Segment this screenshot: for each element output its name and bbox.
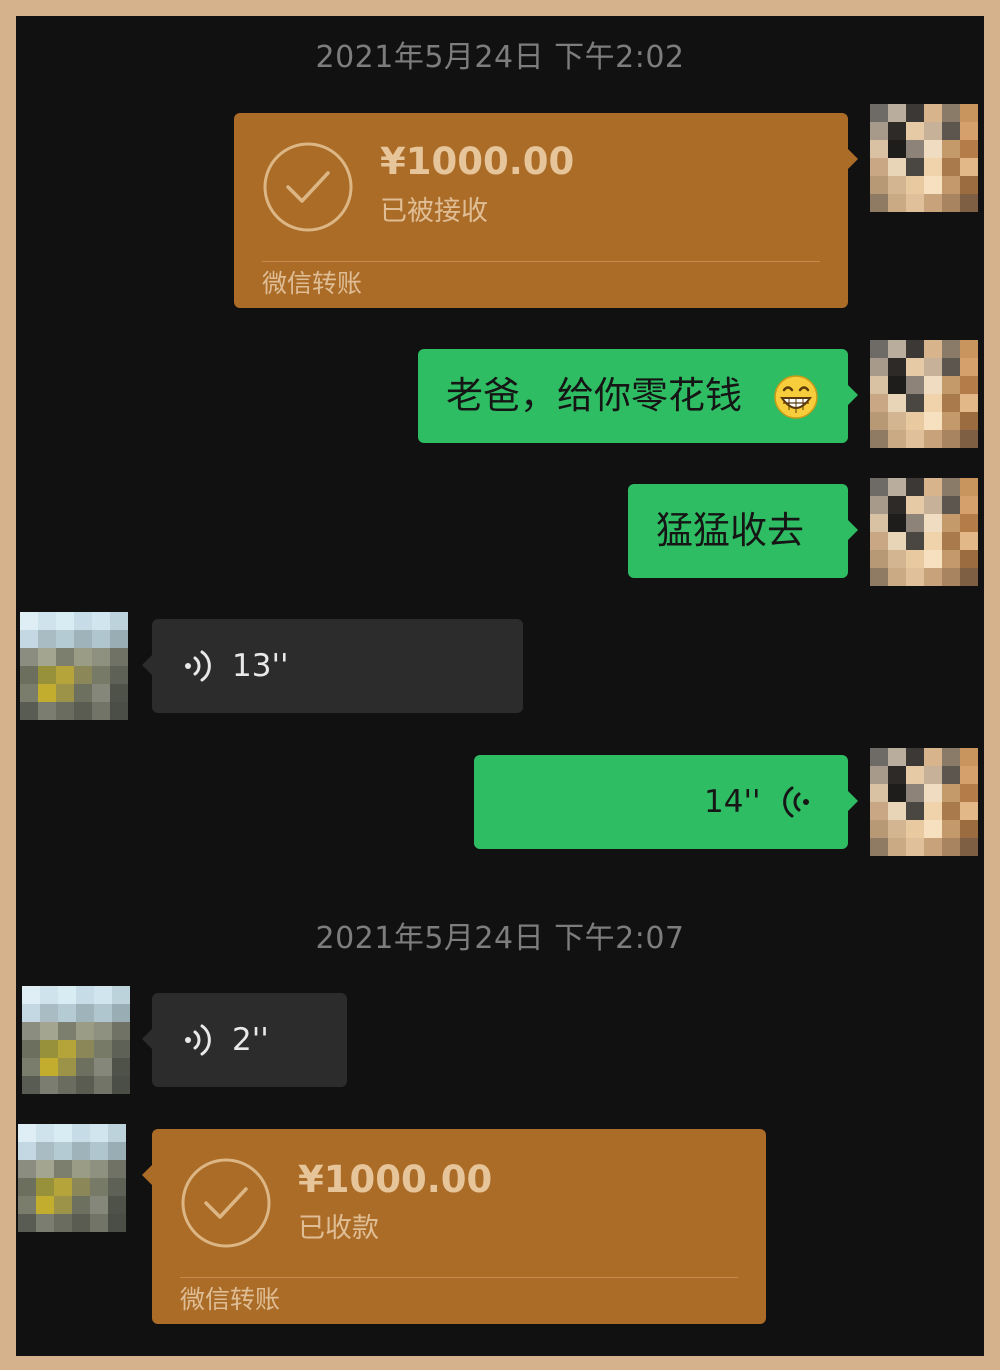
- my-avatar[interactable]: [870, 478, 978, 586]
- timestamp: 2021年5月24日 下午2:02: [315, 40, 685, 75]
- voice-message-bubble[interactable]: 2'': [142, 993, 347, 1087]
- check-circle-icon: [263, 142, 353, 232]
- transfer-amount: ¥1000.00: [380, 140, 575, 183]
- voice-message-bubble[interactable]: 13'': [142, 619, 523, 713]
- chat-screen: 2021年5月24日 下午2:02 ¥1000.00 已被接收 微信转账 老爸，…: [16, 16, 984, 1356]
- voice-duration: 2'': [232, 1022, 269, 1058]
- text-message-bubble[interactable]: 老爸，给你零花钱: [418, 349, 858, 443]
- transfer-divider: [262, 261, 820, 262]
- transfer-divider: [180, 1277, 738, 1278]
- my-avatar[interactable]: [870, 748, 978, 856]
- transfer-received-bubble[interactable]: ¥1000.00 已收款 微信转账: [142, 1129, 766, 1324]
- transfer-sent-bubble[interactable]: ¥1000.00 已被接收 微信转账: [234, 113, 858, 308]
- contact-avatar[interactable]: [20, 612, 128, 720]
- voice-message-bubble[interactable]: 14'': [474, 755, 858, 849]
- voice-wave-icon: [783, 786, 809, 818]
- contact-avatar[interactable]: [18, 1124, 126, 1232]
- voice-duration: 13'': [232, 648, 289, 684]
- voice-wave-icon: [185, 650, 211, 682]
- my-avatar[interactable]: [870, 104, 978, 212]
- text-message-bubble[interactable]: 猛猛收去: [628, 484, 858, 578]
- grinning-face-emoji: [774, 375, 818, 419]
- transfer-status: 已收款: [298, 1213, 379, 1244]
- voice-duration: 14'': [704, 784, 761, 820]
- transfer-amount: ¥1000.00: [298, 1158, 493, 1201]
- message-text: 老爸，给你零花钱: [446, 374, 742, 417]
- my-avatar[interactable]: [870, 340, 978, 448]
- transfer-footer: 微信转账: [262, 269, 363, 298]
- contact-avatar[interactable]: [22, 986, 130, 1094]
- voice-wave-icon: [185, 1024, 211, 1056]
- transfer-footer: 微信转账: [180, 1285, 281, 1314]
- transfer-status: 已被接收: [380, 196, 488, 227]
- message-text: 猛猛收去: [656, 509, 804, 552]
- check-circle-icon: [181, 1158, 271, 1248]
- timestamp: 2021年5月24日 下午2:07: [315, 921, 685, 956]
